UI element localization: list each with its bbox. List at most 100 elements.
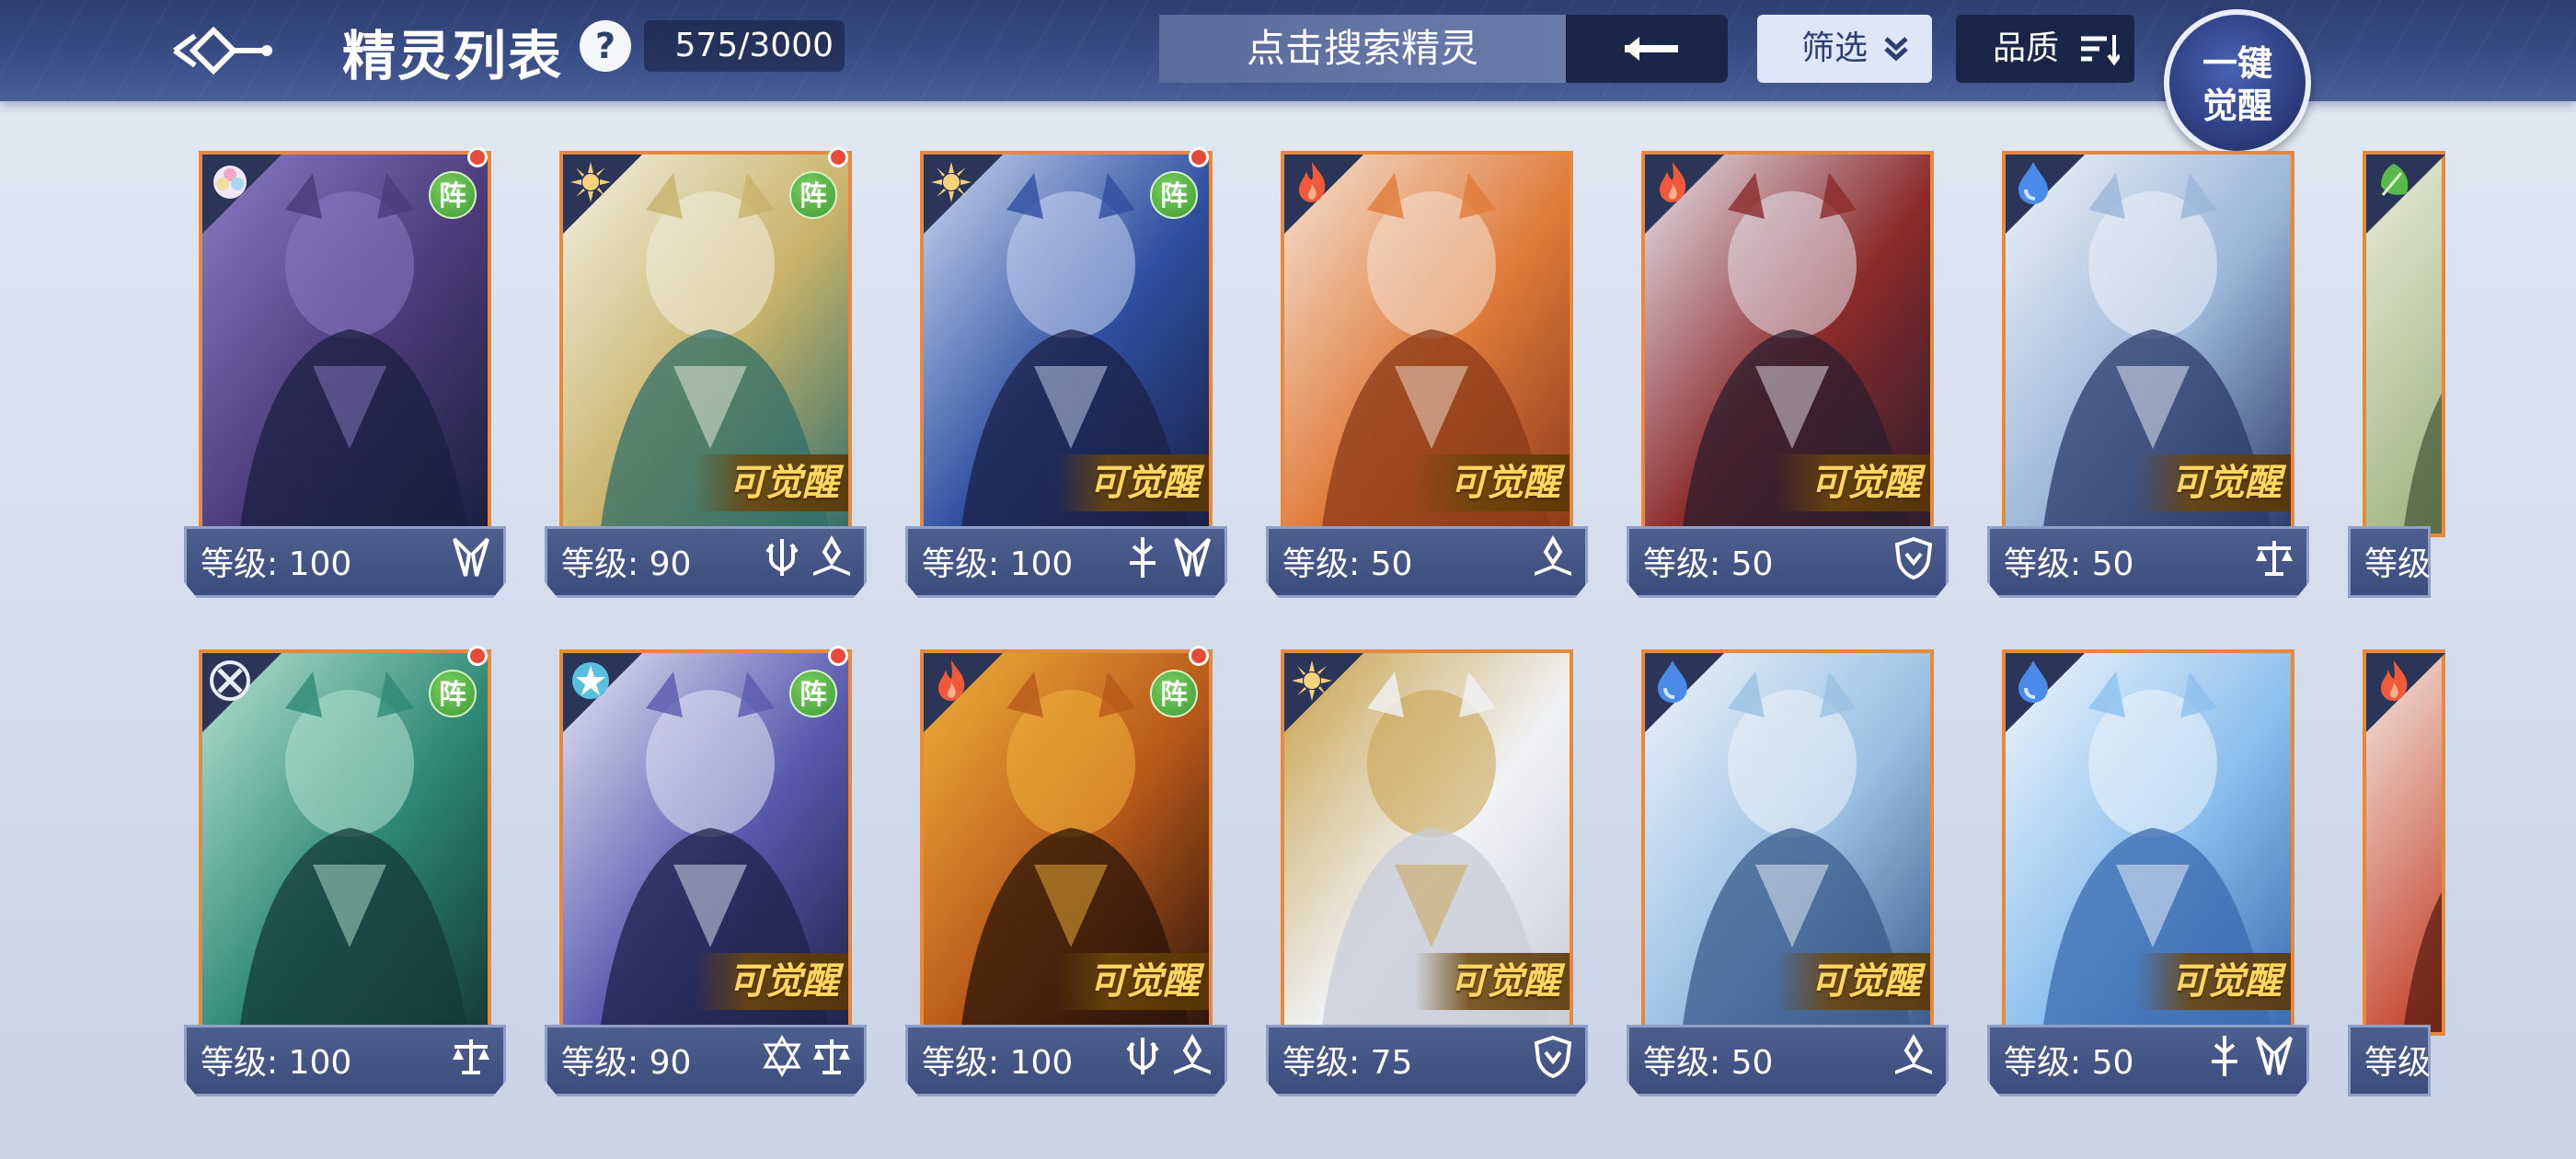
search-submit-button[interactable] <box>1566 15 1728 83</box>
awakenable-tag: 可觉醒 <box>1054 454 1209 511</box>
awakenable-tag: 可觉醒 <box>694 953 848 1010</box>
spirit-card[interactable]: 阵可觉醒 等级: 90 <box>545 646 867 1100</box>
wind-icon <box>206 657 254 705</box>
hexagram-icon <box>754 1034 804 1082</box>
level-text: 等级 <box>2364 1044 2432 1082</box>
awakenable-tag: 可觉醒 <box>1054 953 1209 1010</box>
leaf-icon <box>2370 158 2418 206</box>
awaken-label-line1: 一键 <box>2202 43 2272 84</box>
book-icon <box>1165 1033 1214 1082</box>
level-text: 等级: 100 <box>922 1044 1074 1082</box>
book-icon <box>1886 1033 1936 1082</box>
search-input[interactable]: 点击搜索精灵 <box>1159 15 1566 83</box>
level-text: 等级: 100 <box>201 545 352 583</box>
spirit-card[interactable]: 可觉醒 等级: 50 <box>1266 151 1588 602</box>
water-icon <box>1649 657 1696 705</box>
spirit-count: 575/3000 <box>644 20 845 72</box>
back-button[interactable] <box>147 14 276 87</box>
book-icon <box>804 534 854 583</box>
spirit-card[interactable]: 阵可觉醒等级: 100 <box>905 646 1227 1100</box>
sort-descending-icon <box>2081 35 2120 66</box>
filter-label: 筛选 <box>1801 29 1869 67</box>
spirit-card[interactable]: 阵可觉醒 等级: 100 <box>905 147 1227 602</box>
sun-icon <box>927 158 975 206</box>
fire-icon <box>1649 158 1696 206</box>
team-badge: 阵 <box>789 171 837 219</box>
fire-icon <box>1288 158 1336 206</box>
balance-icon <box>443 1039 493 1082</box>
fang-icon <box>443 537 493 583</box>
spirit-card[interactable]: 可觉醒 等级: 50 <box>1627 151 1949 602</box>
alert-dot <box>467 646 488 666</box>
spirit-card[interactable]: 阵等级: 100 <box>184 646 506 1100</box>
water-icon <box>2009 657 2057 705</box>
arrow-left-icon <box>1625 37 1678 61</box>
spirit-card[interactable]: 可觉醒 等级: 50 <box>1987 649 2309 1100</box>
shield-icon <box>1886 536 1936 583</box>
level-text: 等级: 50 <box>1643 1044 1774 1082</box>
spirit-card[interactable]: 阵等级: 100 <box>184 147 506 602</box>
alert-dot <box>828 646 848 666</box>
class-icons <box>2197 1034 2296 1085</box>
back-emblem-icon <box>173 26 272 75</box>
fang-icon <box>2247 1036 2296 1082</box>
quality-label: 品质 <box>1993 29 2060 67</box>
level-text: 等级: 90 <box>561 545 692 583</box>
class-icons <box>443 535 493 587</box>
awakenable-tag: 可觉醒 <box>2136 454 2291 511</box>
class-icons <box>1886 1033 1936 1085</box>
level-text: 等级: 100 <box>201 1044 352 1082</box>
help-button[interactable]: ? <box>580 20 631 72</box>
filter-button[interactable]: 筛选 <box>1757 15 1932 83</box>
awakenable-tag: 可觉醒 <box>1415 454 1570 511</box>
fire-icon <box>2370 657 2418 705</box>
balance-icon <box>2247 541 2296 583</box>
spirit-card[interactable]: 等级 <box>2348 649 2445 1100</box>
class-icons <box>1115 1033 1214 1085</box>
level-text: 等级: 50 <box>1643 545 1774 583</box>
spirit-card[interactable]: 可觉醒 等级: 50 <box>1987 151 2309 602</box>
fire-icon <box>927 657 975 705</box>
alert-dot <box>1189 147 1209 167</box>
class-icons <box>1115 535 1214 587</box>
trident-shield-icon <box>754 539 804 583</box>
spirit-card[interactable]: 可觉醒 等级: 75 <box>1266 649 1588 1100</box>
spirit-card[interactable]: 可觉醒 等级: 50 <box>1627 649 1949 1100</box>
level-text: 等级: 50 <box>2004 1044 2134 1082</box>
spirit-card[interactable]: 阵可觉醒 等级: 90 <box>545 147 867 602</box>
alert-dot <box>1189 646 1209 666</box>
awakenable-tag: 可觉醒 <box>2136 953 2291 1010</box>
awaken-label-line2: 觉醒 <box>2202 86 2272 126</box>
sun-icon <box>1288 657 1336 705</box>
class-icons <box>2247 535 2296 587</box>
book-icon <box>1525 534 1575 583</box>
awakenable-tag: 可觉醒 <box>694 454 848 511</box>
class-icons <box>1525 534 1575 587</box>
sword-icon <box>2197 1036 2247 1082</box>
alert-dot <box>828 147 848 167</box>
balance-icon <box>804 1039 854 1082</box>
light-prism-icon <box>206 158 254 206</box>
awakenable-tag: 可觉醒 <box>1776 953 1930 1010</box>
spirit-card[interactable]: 等级 <box>2348 151 2445 602</box>
quality-sort-button[interactable]: 品质 <box>1956 15 2134 83</box>
page-title: 精灵列表 <box>342 25 564 87</box>
team-badge: 阵 <box>1150 171 1198 219</box>
team-badge: 阵 <box>429 670 477 717</box>
team-badge: 阵 <box>429 171 477 219</box>
class-icons <box>1525 1034 1575 1085</box>
trident-shield-icon <box>1115 1038 1165 1082</box>
one-click-awaken-button[interactable]: 一键 觉醒 <box>2164 9 2311 156</box>
level-text: 等级: 50 <box>1282 545 1413 583</box>
fang-icon <box>1165 537 1214 583</box>
class-icons <box>754 534 854 587</box>
class-icons <box>443 1034 493 1085</box>
star-ring-icon <box>567 657 615 705</box>
class-icons <box>754 1034 854 1085</box>
level-text: 等级: 50 <box>2004 545 2134 583</box>
team-badge: 阵 <box>1150 670 1198 717</box>
level-text: 等级: 90 <box>561 1044 692 1082</box>
level-text: 等级 <box>2364 545 2432 583</box>
awakenable-tag: 可觉醒 <box>1776 454 1930 511</box>
alert-dot <box>467 147 488 167</box>
